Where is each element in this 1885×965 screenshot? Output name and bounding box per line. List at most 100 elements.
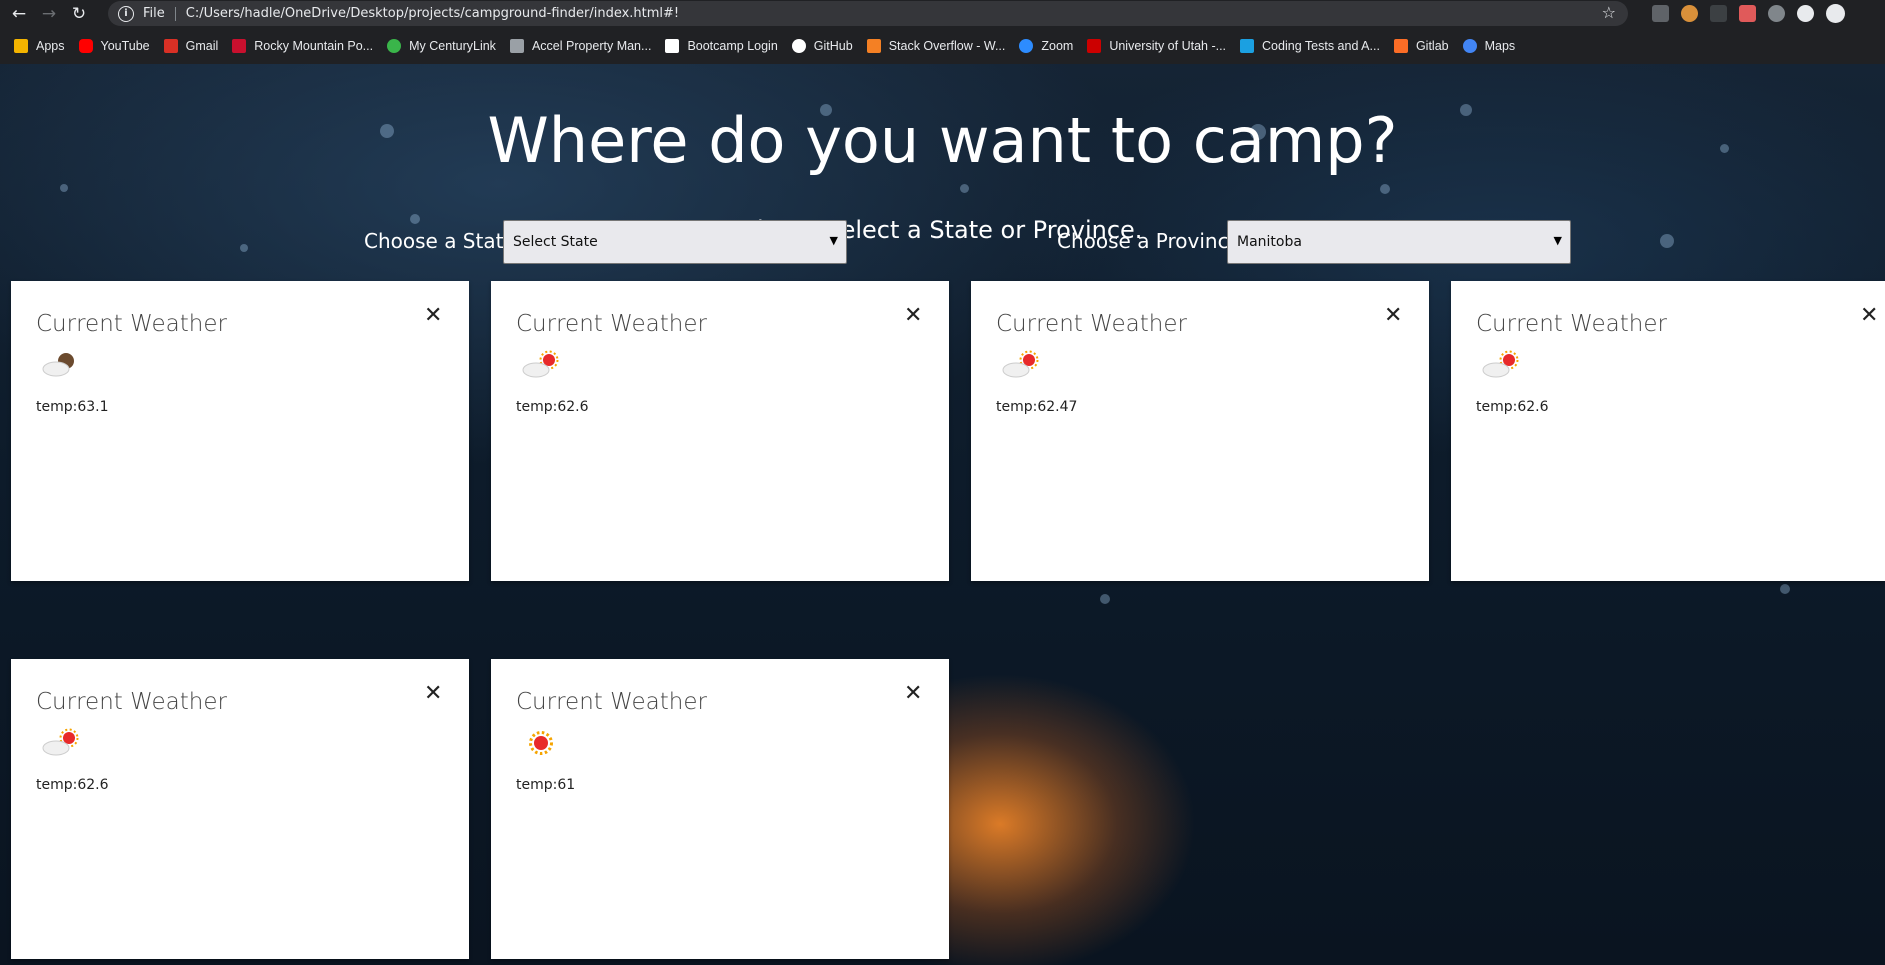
extension-icon[interactable] — [1739, 5, 1756, 22]
chevron-down-icon: ▼ — [1553, 234, 1562, 247]
card-temp: temp:62.6 — [516, 399, 589, 415]
profile-avatar-icon[interactable] — [1826, 4, 1845, 23]
bookmark-label: Gitlab — [1415, 39, 1449, 53]
extensions-bar — [1652, 4, 1845, 23]
stackoverflow-icon — [866, 39, 881, 53]
forward-arrow-icon[interactable]: → — [38, 3, 60, 25]
province-select[interactable]: Manitoba ▼ — [1227, 220, 1571, 264]
gitlab-icon — [1393, 39, 1408, 53]
bookmark-label: My CenturyLink — [409, 39, 496, 53]
bookmark-label: YouTube — [100, 39, 150, 53]
bookmark-item[interactable]: Rocky Mountain Po... — [232, 39, 373, 53]
sunny-icon — [529, 731, 553, 755]
close-icon[interactable]: ✕ — [1384, 303, 1402, 328]
bookmark-label: Coding Tests and A... — [1262, 39, 1380, 53]
bookmark-item[interactable]: Zoom — [1019, 39, 1073, 53]
close-icon[interactable]: ✕ — [1860, 303, 1878, 328]
page-title: Where do you want to camp? — [487, 104, 1398, 177]
building-icon — [509, 39, 524, 53]
bookmark-label: Rocky Mountain Po... — [254, 39, 374, 53]
bookmark-item[interactable]: Bootcamp Login — [665, 39, 778, 53]
extension-icon[interactable] — [1768, 5, 1785, 22]
bookmark-item[interactable]: Apps — [14, 39, 65, 53]
bookmark-item[interactable]: GitHub — [791, 39, 853, 53]
state-select[interactable]: Select State ▼ — [503, 220, 847, 264]
bookmark-label: Stack Overflow - W... — [888, 39, 1006, 53]
extension-icon[interactable] — [1652, 5, 1669, 22]
extension-icon[interactable] — [1797, 5, 1814, 22]
github-icon — [791, 39, 806, 53]
card-temp: temp:62.6 — [1476, 399, 1549, 415]
partly-sunny-icon — [1482, 350, 1519, 378]
reload-icon[interactable]: ↻ — [68, 3, 90, 25]
zoom-icon — [1019, 39, 1034, 53]
weather-card: Current Weather ✕ temp:63.1 — [11, 281, 469, 581]
close-icon[interactable]: ✕ — [424, 681, 442, 706]
weather-card: Current Weather ✕ temp:61 — [491, 659, 949, 959]
card-title: Current Weather — [36, 311, 227, 337]
weather-card: Current Weather ✕ temp:62.6 — [491, 281, 949, 581]
bookmark-label: GitHub — [813, 39, 853, 53]
partly-sunny-icon — [1002, 350, 1039, 378]
bookmark-item[interactable]: Maps — [1462, 39, 1516, 53]
card-temp: temp:61 — [516, 777, 576, 793]
close-icon[interactable]: ✕ — [904, 681, 922, 706]
bookmark-label: Gmail — [185, 39, 219, 53]
bookmark-item[interactable]: Accel Property Man... — [509, 39, 652, 53]
back-arrow-icon[interactable]: ← — [8, 3, 30, 25]
bookmark-star-icon[interactable]: ☆ — [1602, 3, 1616, 22]
bookmarks-bar: Apps YouTube Gmail Rocky Mountain Po... … — [0, 29, 1885, 63]
province-select-value: Manitoba — [1237, 234, 1302, 250]
youtube-icon — [78, 39, 93, 53]
bookmark-item[interactable]: Gitlab — [1393, 39, 1449, 53]
card-title: Current Weather — [516, 311, 707, 337]
campground-page: Where do you want to camp? Please select… — [0, 64, 1885, 965]
coding-tests-icon — [1240, 39, 1255, 53]
weather-card: Current Weather ✕ temp:62.6 — [1451, 281, 1885, 581]
card-temp: temp:62.6 — [36, 777, 109, 793]
chevron-down-icon: ▼ — [829, 234, 838, 247]
cloudy-night-icon — [42, 353, 74, 377]
browser-chrome: ← → ↻ i File C:/Users/hadle/OneDrive/Des… — [0, 0, 1885, 64]
url-text[interactable]: C:/Users/hadle/OneDrive/Desktop/projects… — [186, 6, 679, 21]
address-bar[interactable]: i File C:/Users/hadle/OneDrive/Desktop/p… — [108, 1, 1628, 26]
bookmark-item[interactable]: Stack Overflow - W... — [866, 39, 1006, 53]
bookmark-item[interactable]: Coding Tests and A... — [1240, 39, 1380, 53]
centurylink-icon — [387, 39, 402, 53]
utah-u-icon — [665, 39, 680, 53]
bookmark-item[interactable]: My CenturyLink — [387, 39, 496, 53]
bookmark-item[interactable]: YouTube — [78, 39, 150, 53]
state-select-value: Select State — [513, 234, 598, 250]
card-title: Current Weather — [996, 311, 1187, 337]
partly-sunny-icon — [42, 728, 79, 756]
bookmark-label: Apps — [36, 39, 65, 53]
url-separator — [174, 6, 176, 21]
site-info-icon[interactable]: i — [118, 5, 134, 22]
bookmark-label: Maps — [1484, 39, 1516, 53]
card-temp: temp:63.1 — [36, 399, 109, 415]
bookmark-label: Zoom — [1041, 39, 1074, 53]
close-icon[interactable]: ✕ — [904, 303, 922, 328]
page-subtitle: Please select a State or Province. — [742, 216, 1143, 244]
url-scheme: File — [143, 6, 165, 21]
browser-toolbar: ← → ↻ i File C:/Users/hadle/OneDrive/Des… — [0, 0, 1885, 27]
bookmark-label: Accel Property Man... — [531, 39, 652, 53]
rmp-icon — [232, 39, 247, 53]
partly-sunny-icon — [522, 350, 559, 378]
extension-icon[interactable] — [1710, 5, 1727, 22]
utah-u-icon — [1087, 39, 1102, 53]
maps-icon — [1462, 39, 1477, 53]
gmail-icon — [163, 39, 178, 53]
province-label: Choose a Province: — [1057, 229, 1248, 253]
card-title: Current Weather — [516, 689, 707, 715]
cookie-extension-icon[interactable] — [1681, 5, 1698, 22]
bookmark-label: University of Utah -... — [1109, 39, 1227, 53]
card-temp: temp:62.47 — [996, 399, 1078, 415]
bookmark-label: Bootcamp Login — [687, 39, 778, 53]
bookmark-item[interactable]: Gmail — [163, 39, 219, 53]
bookmark-item[interactable]: University of Utah -... — [1087, 39, 1226, 53]
apps-grid-icon — [14, 39, 28, 53]
close-icon[interactable]: ✕ — [424, 303, 442, 328]
state-label: Choose a State: — [364, 229, 523, 253]
card-title: Current Weather — [36, 689, 227, 715]
